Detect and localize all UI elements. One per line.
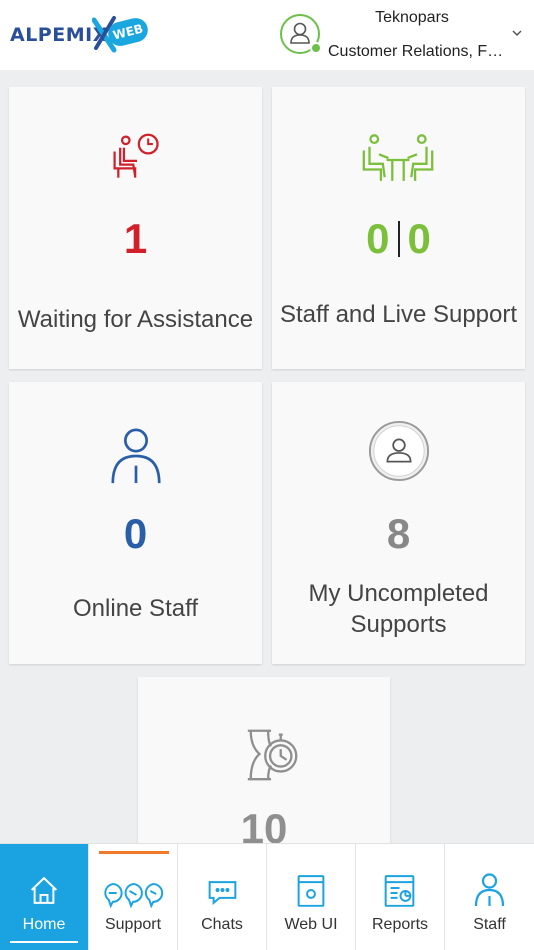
chat-icon: [208, 881, 237, 905]
pending-card[interactable]: 10: [138, 677, 390, 857]
value-divider: [397, 221, 400, 257]
online-status-dot: [310, 42, 322, 54]
live-support-count: 0: [407, 215, 431, 262]
nav-home-label: Home: [22, 916, 66, 933]
nav-chats[interactable]: Chats: [178, 844, 267, 950]
uncompleted-supports-card[interactable]: 8 My Uncompleted Supports: [272, 382, 525, 664]
nav-staff-label: Staff: [473, 916, 506, 933]
nav-webui-label: Web UI: [284, 916, 338, 933]
chevron-down-icon[interactable]: [510, 26, 524, 40]
active-underline: [10, 941, 78, 943]
meeting-people-icon: [362, 134, 434, 181]
nav-reports[interactable]: Reports: [356, 844, 445, 950]
hourglass-clock-icon: [247, 729, 298, 781]
user-avatar[interactable]: [280, 14, 322, 54]
uncompleted-count: 8: [386, 510, 411, 557]
waiting-card[interactable]: 1 Waiting for Assistance: [9, 87, 262, 369]
nav-reports-label: Reports: [371, 916, 429, 933]
waiting-count: 1: [123, 215, 148, 262]
user-circle-icon: [368, 420, 430, 482]
app-header: ALPEMIX WEB Teknopars Customer Relations…: [0, 0, 534, 70]
reports-icon: [384, 875, 415, 907]
user-department[interactable]: Customer Relations, Fi...: [328, 43, 504, 61]
online-staff-label: Online Staff: [73, 595, 198, 622]
staff-live-values: 00: [272, 215, 525, 263]
uncompleted-label-line2: Supports: [350, 611, 447, 638]
webui-icon: [297, 875, 325, 907]
support-indicator: [99, 851, 169, 854]
home-icon: [30, 876, 58, 904]
uncompleted-label-line1: My Uncompleted: [308, 580, 489, 607]
bottom-nav: Home Support Chats Web UI Reports Staff: [0, 843, 534, 950]
support-icon: [104, 883, 164, 908]
nav-staff[interactable]: Staff: [445, 844, 534, 950]
nav-webui[interactable]: Web UI: [267, 844, 356, 950]
staff-person-icon: [111, 428, 161, 484]
online-staff-card[interactable]: 0 Online Staff: [9, 382, 262, 664]
staff-live-label: Staff and Live Support: [279, 301, 518, 328]
staff-live-support-card[interactable]: 00 Staff and Live Support: [272, 87, 525, 369]
nav-home[interactable]: Home: [0, 844, 89, 950]
alpemix-logo[interactable]: ALPEMIX WEB: [10, 14, 151, 54]
nav-support[interactable]: Support: [89, 844, 178, 950]
nav-support-label: Support: [104, 916, 162, 933]
waiting-label: Waiting for Assistance: [17, 306, 254, 333]
staff-count: 0: [366, 215, 390, 262]
online-staff-count: 0: [123, 510, 148, 557]
staff-icon: [474, 873, 505, 907]
user-name[interactable]: Teknopars: [330, 9, 494, 27]
nav-chats-label: Chats: [201, 916, 243, 933]
waiting-person-clock-icon: [113, 133, 159, 178]
